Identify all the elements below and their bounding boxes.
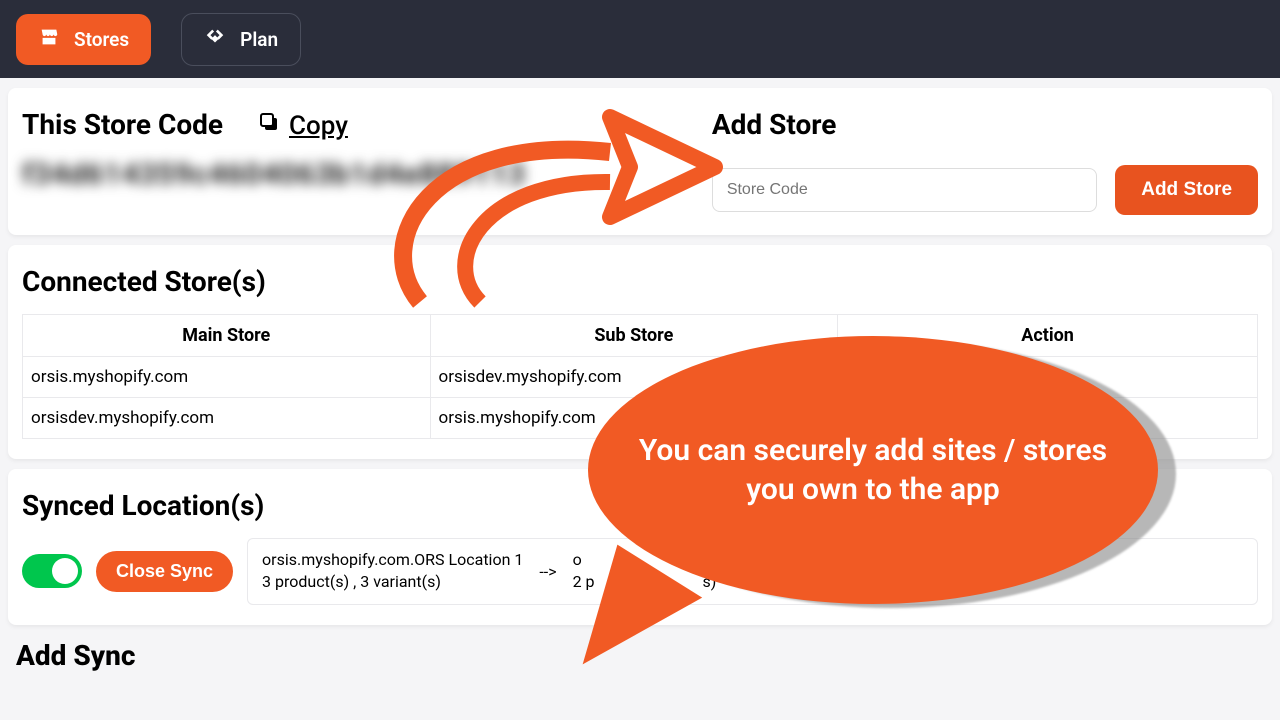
copy-label: Copy [289, 111, 348, 141]
topbar: Stores Plan [0, 0, 1280, 78]
tab-label: Plan [240, 28, 278, 51]
connected-title: Connected Store(s) [22, 265, 1258, 298]
sync-right-line1: o om SKU [573, 549, 1057, 571]
store-code-value: f34d614359c4604063b1d4e889113 [22, 157, 702, 192]
card-connected-stores: Connected Store(s) Main Store Sub Store … [8, 245, 1272, 459]
sync-left: orsis.myshopify.com.ORS Location 1 3 pro… [262, 549, 523, 594]
add-sync-title: Add Sync [0, 635, 1280, 676]
tab-label: Stores [74, 28, 129, 51]
sync-toggle[interactable] [22, 554, 82, 588]
sync-right-line2: 2 p s) [573, 571, 1057, 593]
sync-left-line2: 3 product(s) , 3 variant(s) [262, 571, 523, 593]
cell-main: orsis.myshopify.com [23, 357, 431, 398]
table-row: orsisdev.myshopify.com orsis.myshopify.c… [23, 398, 1258, 439]
table-row: orsis.myshopify.com orsisdev.myshopify.c… [23, 357, 1258, 398]
th-main: Main Store [23, 315, 431, 357]
close-sync-button[interactable]: Close Sync [96, 551, 233, 592]
sync-info: orsis.myshopify.com.ORS Location 1 3 pro… [247, 538, 1258, 605]
cell-action [838, 398, 1258, 439]
card-store-code: This Store Code Copy f34d614359c4604063b… [8, 88, 1272, 235]
add-store-button[interactable]: Add Store [1115, 165, 1258, 215]
th-sub: Sub Store [430, 315, 838, 357]
sync-left-line1: orsis.myshopify.com.ORS Location 1 [262, 549, 523, 571]
store-code-input[interactable] [712, 168, 1097, 212]
cell-sub: orsisdev.myshopify.com [430, 357, 838, 398]
cell-sub: orsis.myshopify.com [430, 398, 838, 439]
cell-action [838, 357, 1258, 398]
th-action: Action [838, 315, 1258, 357]
tab-stores[interactable]: Stores [16, 14, 151, 65]
store-icon [38, 26, 60, 53]
sync-arrow: --> [539, 562, 556, 581]
cell-main: orsisdev.myshopify.com [23, 398, 431, 439]
card-synced-locations: Synced Location(s) Close Sync orsis.mysh… [8, 469, 1272, 625]
synced-title: Synced Location(s) [22, 489, 1258, 522]
add-store-title: Add Store [712, 108, 1258, 141]
add-store-section: Add Store Add Store [702, 108, 1258, 215]
sync-right: o om SKU 2 p s) [573, 549, 1057, 594]
tab-plan[interactable]: Plan [181, 13, 301, 66]
handshake-icon [204, 26, 226, 53]
copy-button[interactable]: Copy [257, 110, 348, 141]
store-code-section: This Store Code Copy f34d614359c4604063b… [22, 108, 702, 215]
connected-table: Main Store Sub Store Action orsis.myshop… [22, 314, 1258, 439]
store-code-title: This Store Code [22, 108, 223, 141]
copy-icon [257, 110, 281, 141]
